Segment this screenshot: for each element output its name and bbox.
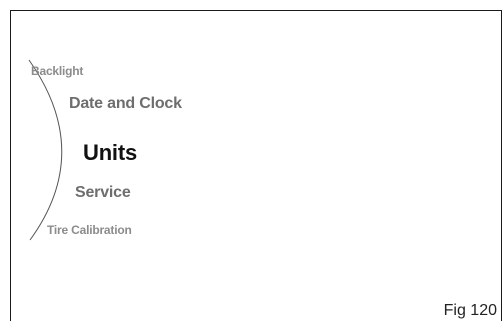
menu-item-service[interactable]: Service [75, 184, 131, 202]
menu-item-backlight[interactable]: Backlight [31, 64, 83, 78]
menu-selector-arc [28, 59, 63, 241]
menu-item-units-selected[interactable]: Units [83, 140, 137, 166]
menu-item-tire-calibration[interactable]: Tire Calibration [47, 223, 132, 237]
figure-caption: Fig 120 [443, 302, 497, 319]
menu-item-date-and-clock[interactable]: Date and Clock [69, 95, 182, 113]
